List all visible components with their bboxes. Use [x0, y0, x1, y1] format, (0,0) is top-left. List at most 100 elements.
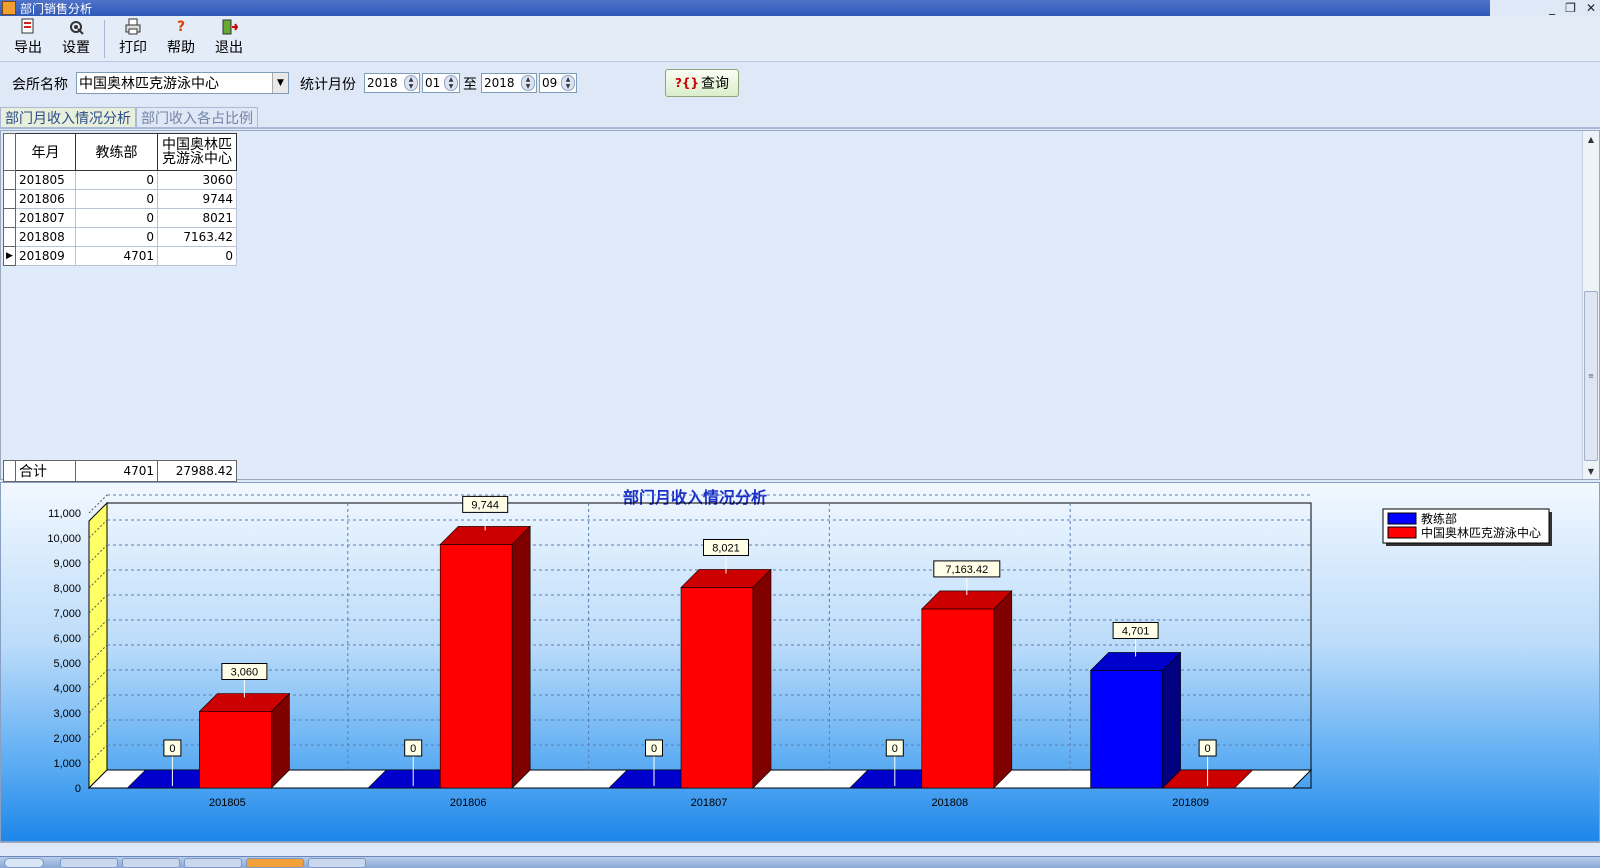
cell-center[interactable]: 8021 [157, 208, 237, 228]
minimize-button[interactable]: _ [1549, 1, 1555, 15]
query-icon: ?{} [674, 76, 700, 90]
table-row[interactable]: 201805 0 3060 [3, 170, 237, 190]
to-month-spinner[interactable]: 09 ▲ ▼ [539, 73, 577, 93]
cell-month[interactable]: 201805 [15, 170, 76, 190]
legend-label: 教练部 [1421, 511, 1457, 526]
x-tick-label: 201807 [691, 797, 728, 809]
y-tick-label: 2,000 [53, 733, 81, 745]
table-row[interactable]: 201807 0 8021 [3, 208, 237, 228]
taskbar-button[interactable] [308, 858, 366, 868]
column-header-coach[interactable]: 教练部 [75, 133, 158, 171]
y-tick-label: 1,000 [53, 758, 81, 770]
data-grid-panel: 年月 教练部 中国奥林匹 克游泳中心 201805 0 3060 201806 0… [0, 130, 1600, 482]
vertical-scrollbar[interactable]: ▲ ≡ ▼ [1582, 131, 1599, 479]
table-row[interactable]: ▶ 201809 4701 0 [3, 246, 237, 266]
row-indicator[interactable] [3, 170, 16, 190]
cell-month[interactable]: 201809 [15, 246, 76, 266]
bar-chart: 部门月收入情况分析 0 1,000 2,000 3,000 4,000 5,000 6,000… [47, 488, 1552, 809]
data-label: 0 [892, 743, 898, 755]
cell-center[interactable]: 7163.42 [157, 227, 237, 247]
totals-row: 合计 4701 27988.42 [3, 460, 237, 482]
y-tick-label: 8,000 [53, 583, 81, 595]
column-header-center-line2: 克游泳中心 [162, 151, 232, 167]
cell-coach[interactable]: 0 [75, 189, 158, 209]
y-tick-label: 9,000 [53, 558, 81, 570]
row-indicator[interactable] [3, 227, 16, 247]
y-tick-label: 10,000 [47, 533, 81, 545]
cell-center[interactable]: 9744 [157, 189, 237, 209]
cell-coach[interactable]: 0 [75, 208, 158, 228]
club-select-value: 中国奥林匹克游泳中心 [79, 76, 219, 92]
tab-monthly-income[interactable]: 部门月收入情况分析 [0, 107, 136, 127]
cell-month[interactable]: 201807 [15, 208, 76, 228]
cell-month[interactable]: 201806 [15, 189, 76, 209]
query-button-label: 查询 [701, 76, 730, 92]
to-year-value: 2018 [484, 76, 515, 90]
row-indicator[interactable] [3, 208, 16, 228]
y-tick-label: 3,000 [53, 708, 81, 720]
x-tick-label: 201809 [1172, 797, 1209, 809]
print-button[interactable]: 打印 [109, 16, 157, 60]
app-icon [2, 1, 16, 15]
from-year-spinner[interactable]: 2018 ▲ ▼ [364, 73, 420, 93]
to-year-spinner[interactable]: 2018 ▲ ▼ [481, 73, 537, 93]
start-button[interactable] [4, 858, 44, 868]
export-button[interactable]: 导出 [4, 16, 52, 60]
bar-side-face [1162, 651, 1181, 789]
data-label: 0 [410, 743, 416, 755]
scroll-thumb[interactable]: ≡ [1584, 291, 1598, 461]
restore-button[interactable]: ❐ [1565, 1, 1576, 15]
column-header-center[interactable]: 中国奥林匹 克游泳中心 [157, 133, 237, 171]
spin-arrows-icon[interactable]: ▲ ▼ [521, 75, 535, 91]
chevron-down-icon[interactable]: ▼ [272, 73, 288, 93]
exit-button[interactable]: 退出 [205, 16, 253, 60]
cell-coach[interactable]: 0 [75, 227, 158, 247]
grid-header-row: 年月 教练部 中国奥林匹 克游泳中心 [3, 133, 237, 171]
taskbar-button[interactable] [184, 858, 242, 868]
spin-arrows-icon[interactable]: ▲ ▼ [444, 75, 458, 91]
data-label: 9,744 [471, 499, 499, 511]
cell-coach[interactable]: 4701 [75, 246, 158, 266]
help-button[interactable]: ? 帮助 [157, 16, 205, 60]
printer-icon [124, 18, 142, 36]
close-button[interactable]: ✕ [1586, 1, 1596, 15]
query-button[interactable]: ?{} 查询 [665, 69, 739, 97]
table-row[interactable]: 201806 0 9744 [3, 189, 237, 209]
tab-income-ratio[interactable]: 部门收入各占比例 [136, 107, 258, 127]
spin-arrows-icon[interactable]: ▲ ▼ [404, 75, 418, 91]
row-indicator[interactable] [3, 189, 16, 209]
settings-button[interactable]: 设置 [52, 16, 100, 60]
bar [921, 608, 995, 789]
x-tick-label: 201808 [931, 797, 968, 809]
cell-center[interactable]: 0 [157, 246, 237, 266]
bar [199, 711, 272, 789]
cell-center[interactable]: 3060 [157, 170, 237, 190]
status-bar [0, 842, 1600, 856]
current-row-arrow-icon[interactable]: ▶ [3, 246, 16, 266]
taskbar-button[interactable] [60, 858, 118, 868]
month-label: 统计月份 [300, 77, 356, 93]
scroll-down-icon[interactable]: ▼ [1583, 463, 1599, 479]
taskbar-button[interactable] [122, 858, 180, 868]
y-tick-label: 7,000 [53, 608, 81, 620]
data-label: 0 [1205, 743, 1211, 755]
total-label: 合计 [15, 460, 76, 482]
cell-month[interactable]: 201808 [15, 227, 76, 247]
total-coach: 4701 [75, 460, 158, 482]
taskbar-button[interactable] [246, 858, 304, 868]
spin-arrows-icon[interactable]: ▲ ▼ [561, 75, 575, 91]
from-month-spinner[interactable]: 01 ▲ ▼ [422, 73, 460, 93]
cell-coach[interactable]: 0 [75, 170, 158, 190]
scroll-up-icon[interactable]: ▲ [1583, 131, 1599, 147]
club-name-label: 会所名称 [12, 77, 68, 93]
data-label: 3,060 [231, 667, 259, 679]
export-icon [19, 18, 37, 36]
bar [680, 587, 754, 789]
bar-side-face [752, 568, 772, 789]
data-label: 0 [651, 743, 657, 755]
table-row[interactable]: 201808 0 7163.42 [3, 227, 237, 247]
column-header-month[interactable]: 年月 [15, 133, 76, 171]
data-grid: 年月 教练部 中国奥林匹 克游泳中心 201805 0 3060 201806 0… [3, 133, 237, 266]
to-month-value: 09 [542, 76, 558, 90]
club-select[interactable]: 中国奥林匹克游泳中心 ▼ [76, 72, 289, 94]
